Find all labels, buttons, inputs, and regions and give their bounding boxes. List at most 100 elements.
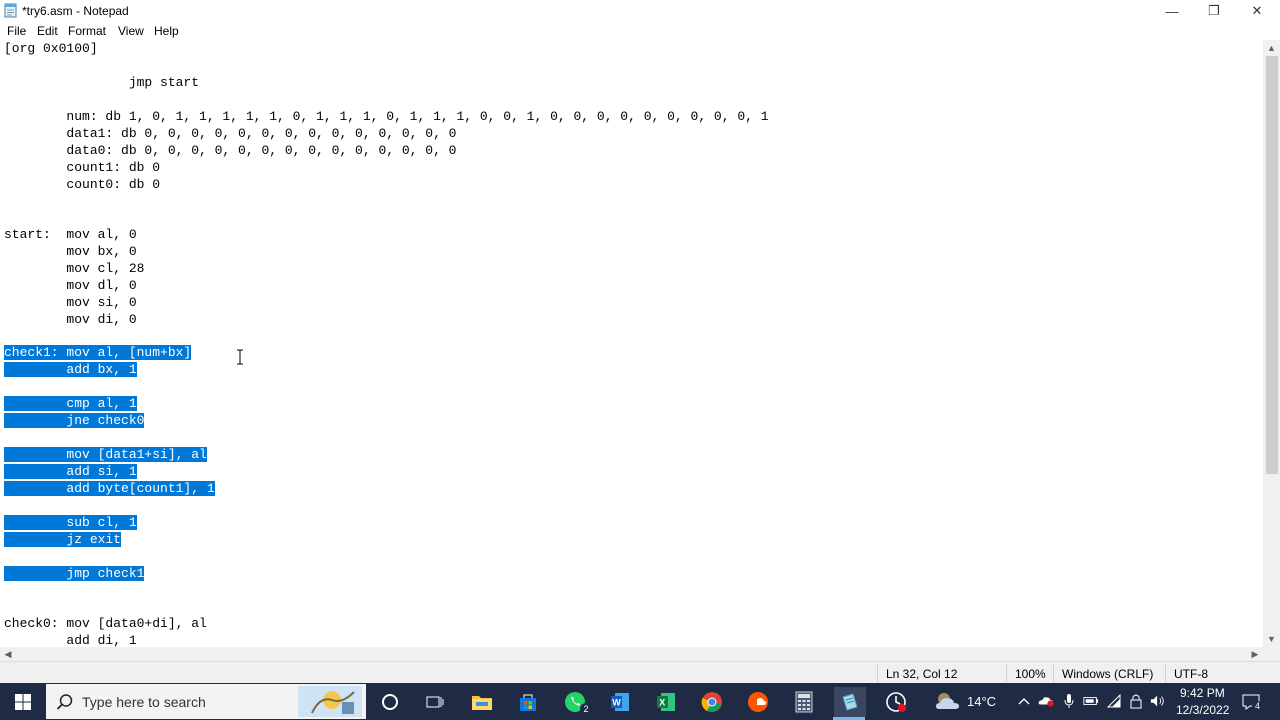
taskbar-search[interactable]: Type here to search bbox=[46, 684, 366, 719]
network-lock-icon[interactable] bbox=[1128, 693, 1144, 709]
code-line-text: add si, 1 bbox=[4, 464, 137, 479]
code-line-text: start: mov al, 0 bbox=[4, 227, 137, 242]
whatsapp-icon[interactable]: 2 bbox=[560, 687, 592, 717]
scrollbar-corner bbox=[1263, 647, 1280, 661]
microsoft-store-icon[interactable] bbox=[513, 687, 543, 717]
code-line[interactable]: start: mov al, 0 bbox=[4, 226, 137, 243]
close-button[interactable]: ✕ bbox=[1236, 0, 1278, 22]
text-editor[interactable]: add di, 1 check0: mov [data0+di], al jmp … bbox=[0, 40, 1263, 647]
onedrive-alert-icon[interactable] bbox=[1038, 693, 1054, 709]
notepad-taskbar-icon[interactable] bbox=[834, 687, 866, 717]
cursor-position: Ln 32, Col 12 bbox=[886, 667, 958, 681]
start-button[interactable] bbox=[0, 683, 46, 720]
selected-code-line[interactable]: add bx, 1 bbox=[4, 361, 137, 378]
excel-icon[interactable]: X bbox=[651, 687, 681, 717]
taskbar: Type here to search 2 W X 14°C 9:42 PM 1… bbox=[0, 683, 1280, 720]
code-line[interactable]: jmp start bbox=[4, 74, 199, 91]
selected-code-line[interactable]: add si, 1 bbox=[4, 463, 137, 480]
scroll-left-icon[interactable]: ◀ bbox=[0, 647, 16, 661]
code-line-text: count0: db 0 bbox=[4, 177, 161, 192]
menu-format[interactable]: Format bbox=[68, 24, 106, 38]
menu-file[interactable]: File bbox=[7, 24, 26, 38]
code-line-text: mov cl, 28 bbox=[4, 261, 145, 276]
code-line-text: data1: db 0, 0, 0, 0, 0, 0, 0, 0, 0, 0, … bbox=[4, 126, 457, 141]
title-bar: *try6.asm - Notepad — ❐ ✕ bbox=[0, 0, 1280, 22]
windows-logo-icon bbox=[15, 693, 31, 710]
code-line[interactable]: mov di, 0 bbox=[4, 311, 136, 328]
code-line[interactable]: num: db 1, 0, 1, 1, 1, 1, 1, 0, 1, 1, 1,… bbox=[4, 108, 769, 125]
code-line[interactable]: data0: db 0, 0, 0, 0, 0, 0, 0, 0, 0, 0, … bbox=[4, 142, 456, 159]
task-view-icon[interactable] bbox=[420, 687, 450, 717]
wifi-icon[interactable] bbox=[1106, 693, 1122, 709]
code-line-text: num: db 1, 0, 1, 1, 1, 1, 1, 0, 1, 1, 1,… bbox=[4, 109, 769, 124]
recording-app-icon[interactable] bbox=[881, 687, 911, 717]
code-line-text: data0: db 0, 0, 0, 0, 0, 0, 0, 0, 0, 0, … bbox=[4, 143, 457, 158]
code-line[interactable]: [org 0x0100] bbox=[4, 40, 98, 57]
horizontal-scrollbar[interactable]: ◀ ▶ bbox=[0, 647, 1263, 661]
menu-view[interactable]: View bbox=[118, 24, 144, 38]
chevron-up-icon[interactable] bbox=[1016, 693, 1032, 709]
zoom-level: 100% bbox=[1015, 667, 1046, 681]
vertical-scroll-thumb[interactable] bbox=[1266, 56, 1278, 474]
code-line-text: mov si, 0 bbox=[4, 295, 137, 310]
window-title: *try6.asm - Notepad bbox=[22, 4, 129, 18]
code-line-text: add di, 1 bbox=[4, 633, 137, 647]
menu-bar: File Edit Format View Help bbox=[0, 22, 1280, 40]
file-explorer-icon[interactable] bbox=[467, 687, 497, 717]
calculator-icon[interactable] bbox=[789, 687, 819, 717]
clock-date[interactable]: 12/3/2022 bbox=[1176, 703, 1229, 717]
status-divider bbox=[1165, 664, 1166, 682]
selected-code-line[interactable]: mov [data1+si], al bbox=[4, 446, 207, 463]
code-line[interactable]: mov dl, 0 bbox=[4, 277, 137, 294]
whatsapp-badge: 2 bbox=[580, 703, 592, 715]
code-line-text: add byte[count1], 1 bbox=[4, 481, 215, 496]
code-line[interactable]: count0: db 0 bbox=[4, 176, 160, 193]
selected-code-line[interactable]: sub cl, 1 bbox=[4, 514, 137, 531]
menu-edit[interactable]: Edit bbox=[37, 24, 58, 38]
microphone-icon[interactable] bbox=[1061, 693, 1077, 709]
search-highlight-illustration bbox=[298, 686, 362, 717]
code-line-text: check0: mov [data0+di], al bbox=[4, 616, 207, 631]
selected-code-line[interactable]: add byte[count1], 1 bbox=[4, 480, 215, 497]
code-line[interactable]: mov bx, 0 bbox=[4, 243, 137, 260]
search-placeholder: Type here to search bbox=[82, 694, 206, 710]
minimize-button[interactable]: — bbox=[1151, 0, 1193, 22]
code-line-text: mov bx, 0 bbox=[4, 244, 137, 259]
volume-icon[interactable] bbox=[1150, 693, 1166, 709]
code-line[interactable]: check0: mov [data0+di], al bbox=[4, 615, 207, 632]
code-line[interactable]: mov si, 0 bbox=[4, 294, 137, 311]
scroll-right-icon[interactable]: ▶ bbox=[1247, 647, 1263, 661]
status-divider bbox=[1053, 664, 1054, 682]
code-line-text: check1: mov al, [num+bx] bbox=[4, 345, 192, 360]
weather-icon[interactable] bbox=[934, 691, 962, 713]
vertical-scrollbar[interactable]: ▲ ▼ bbox=[1263, 40, 1280, 647]
battery-icon[interactable] bbox=[1083, 693, 1099, 709]
soundcloud-icon[interactable] bbox=[743, 687, 773, 717]
weather-temperature[interactable]: 14°C bbox=[967, 694, 996, 709]
selected-code-line[interactable]: jmp check1 bbox=[4, 565, 145, 582]
selected-code-line[interactable]: jz exit bbox=[4, 531, 122, 548]
code-line-text: mov [data1+si], al bbox=[4, 447, 207, 462]
code-line-text: jmp check1 bbox=[4, 566, 145, 581]
code-line[interactable]: count1: db 0 bbox=[4, 159, 160, 176]
code-line[interactable]: data1: db 0, 0, 0, 0, 0, 0, 0, 0, 0, 0, … bbox=[4, 125, 456, 142]
chrome-icon[interactable] bbox=[697, 687, 727, 717]
menu-help[interactable]: Help bbox=[154, 24, 179, 38]
clock-time[interactable]: 9:42 PM bbox=[1180, 686, 1225, 700]
selected-code-line[interactable]: cmp al, 1 bbox=[4, 395, 137, 412]
code-line-text: mov dl, 0 bbox=[4, 278, 137, 293]
notification-center-icon[interactable]: 4 bbox=[1241, 692, 1263, 712]
scroll-down-icon[interactable]: ▼ bbox=[1263, 631, 1280, 647]
code-line-text: [org 0x0100] bbox=[4, 41, 98, 56]
selected-code-line[interactable]: check1: mov al, [num+bx] bbox=[4, 344, 192, 361]
svg-text:X: X bbox=[659, 698, 665, 708]
word-icon[interactable]: W bbox=[605, 687, 635, 717]
text-cursor-icon bbox=[237, 349, 243, 365]
selected-code-line[interactable]: jne check0 bbox=[4, 412, 145, 429]
restore-button[interactable]: ❐ bbox=[1193, 0, 1235, 22]
scroll-up-icon[interactable]: ▲ bbox=[1263, 40, 1280, 56]
cortana-icon[interactable] bbox=[375, 687, 405, 717]
code-line-text: count1: db 0 bbox=[4, 160, 161, 175]
code-line[interactable]: add di, 1 bbox=[4, 632, 137, 647]
code-line[interactable]: mov cl, 28 bbox=[4, 260, 144, 277]
